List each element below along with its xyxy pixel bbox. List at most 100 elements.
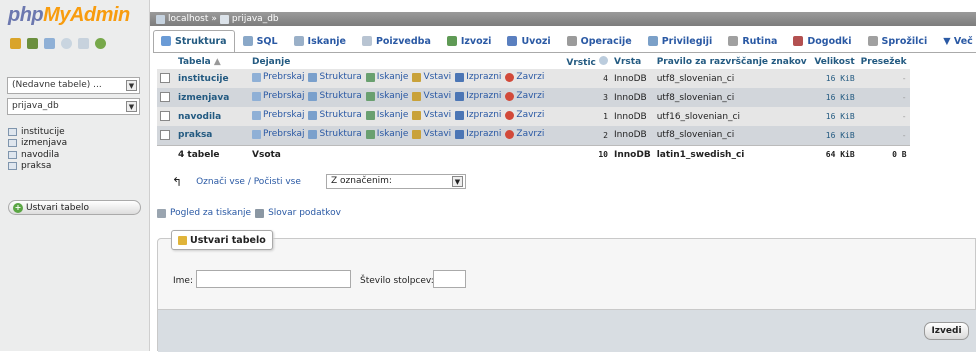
action-izprazni[interactable]: Izprazni	[455, 91, 501, 101]
action-prebrskaj[interactable]: Prebrskaj	[252, 91, 304, 101]
action-vstavi[interactable]: Vstavi	[412, 91, 451, 101]
structure-icon	[161, 36, 171, 46]
database-select[interactable]: prijava_db ▼	[7, 98, 140, 115]
recent-tables-select[interactable]: (Nedavne tabele) ... ▼	[7, 77, 140, 94]
action-prebrskaj[interactable]: Prebrskaj	[252, 110, 304, 120]
print-view-link[interactable]: Pogled za tiskanje	[170, 208, 251, 218]
sidebar-item-navodila[interactable]: navodila	[8, 149, 67, 161]
help-icon[interactable]	[61, 38, 72, 49]
table-icon	[8, 127, 17, 136]
navigation-panel: phpMyAdmin (Nedavne tabele) ... ▼ prijava…	[0, 0, 150, 351]
bulk-actions: ↰ Označi vse / Počisti vse	[172, 175, 301, 189]
header-type[interactable]: Vrsta	[611, 54, 654, 69]
action-izprazni[interactable]: Izprazni	[455, 129, 501, 139]
sql-query-icon[interactable]	[27, 38, 38, 49]
row-size[interactable]: 16 KiB	[809, 88, 858, 107]
grid-header: Tabela ▲ Dejanje Vrstic Vrsta Pravilo za ra…	[157, 54, 910, 69]
action-zavrzi[interactable]: Zavrzi	[505, 129, 544, 139]
action-prebrskaj[interactable]: Prebrskaj	[252, 129, 304, 139]
table-name-link[interactable]: institucije	[175, 69, 249, 88]
tab-poizvedba[interactable]: Poizvedba	[354, 30, 439, 52]
sidebar-item-institucije[interactable]: institucije	[8, 126, 67, 138]
action-izprazni[interactable]: Izprazni	[455, 72, 501, 82]
structure-icon	[308, 129, 318, 139]
row-checkbox[interactable]	[160, 92, 170, 103]
row-size[interactable]: 16 KiB	[809, 69, 858, 88]
data-dictionary-link[interactable]: Slovar podatkov	[268, 208, 341, 218]
breadcrumb-server[interactable]: localhost	[168, 14, 208, 24]
structure-icon	[308, 91, 318, 101]
settings-icon[interactable]	[78, 38, 89, 49]
sidebar-new-table-button[interactable]: + Ustvari tabelo	[8, 200, 141, 215]
check-all-link[interactable]: Označi vse / Počisti vse	[196, 177, 301, 187]
header-collation[interactable]: Pravilo za razvrščanje znakov	[653, 54, 810, 69]
tab-izvozi[interactable]: Izvozi	[439, 30, 500, 52]
row-size[interactable]: 16 KiB	[809, 107, 858, 126]
action-iskanje[interactable]: Iskanje	[365, 110, 408, 120]
action-struktura[interactable]: Struktura	[308, 91, 362, 101]
action-vstavi[interactable]: Vstavi	[412, 72, 451, 82]
action-izprazni[interactable]: Izprazni	[455, 110, 501, 120]
breadcrumb-database[interactable]: prijava_db	[232, 14, 279, 24]
header-overhead[interactable]: Presežek	[857, 54, 910, 69]
row-checkbox[interactable]	[160, 111, 170, 122]
search-icon	[365, 72, 375, 82]
action-vstavi[interactable]: Vstavi	[412, 110, 451, 120]
dictionary-icon	[255, 208, 265, 218]
row-size[interactable]: 16 KiB	[809, 126, 858, 145]
action-zavrzi[interactable]: Zavrzi	[505, 91, 544, 101]
tab-dogodki[interactable]: Dogodki	[785, 30, 859, 52]
go-button[interactable]: Izvedi	[924, 322, 969, 340]
row-actions: Prebrskaj Struktura Iskanje Vstavi Izprazni Z…	[249, 69, 557, 88]
header-rows[interactable]: Vrstic	[557, 54, 611, 69]
action-zavrzi[interactable]: Zavrzi	[505, 110, 544, 120]
tab-sql[interactable]: SQL	[235, 30, 286, 52]
with-selected-select[interactable]: Z označenim: ▼	[326, 174, 466, 189]
row-checkbox[interactable]	[160, 130, 170, 140]
reload-icon[interactable]	[95, 38, 106, 49]
row-actions: Prebrskaj Struktura Iskanje Vstavi Izprazni Z…	[249, 126, 557, 145]
sort-asc-icon: ▲	[213, 56, 221, 67]
tab-uvozi[interactable]: Uvozi	[499, 30, 558, 52]
table-name-link[interactable]: navodila	[175, 107, 249, 126]
search-icon	[365, 129, 375, 139]
action-vstavi[interactable]: Vstavi	[412, 129, 451, 139]
tab-struktura[interactable]: Struktura	[153, 30, 235, 52]
table-name-link[interactable]: izmenjava	[175, 88, 249, 107]
table-name-input[interactable]	[196, 270, 351, 288]
action-struktura[interactable]: Struktura	[308, 72, 362, 82]
query-icon	[361, 36, 372, 46]
action-iskanje[interactable]: Iskanje	[365, 72, 408, 82]
tab-operacije[interactable]: Operacije	[559, 30, 640, 52]
table-name-link[interactable]: praksa	[175, 126, 249, 145]
action-iskanje[interactable]: Iskanje	[365, 129, 408, 139]
insert-icon	[412, 129, 422, 139]
home-icon[interactable]	[10, 38, 21, 49]
tab-rutina[interactable]: Rutina	[720, 30, 785, 52]
action-struktura[interactable]: Struktura	[308, 110, 362, 120]
header-size[interactable]: Velikost	[809, 54, 858, 69]
phpmyadmin-logo[interactable]: phpMyAdmin	[8, 4, 130, 27]
row-actions: Prebrskaj Struktura Iskanje Vstavi Izprazni Z…	[249, 88, 557, 107]
row-checkbox[interactable]	[160, 73, 170, 84]
wrench-icon	[566, 36, 577, 46]
action-prebrskaj[interactable]: Prebrskaj	[252, 72, 304, 82]
tab-sprožilci[interactable]: Sprožilci	[860, 30, 936, 52]
column-count-input[interactable]	[433, 270, 466, 288]
browse-icon	[252, 110, 261, 120]
row-count: 2	[557, 126, 611, 145]
action-zavrzi[interactable]: Zavrzi	[505, 72, 544, 82]
row-type: InnoDB	[611, 107, 654, 126]
sidebar-item-praksa[interactable]: praksa	[8, 161, 67, 173]
sidebar-item-izmenjava[interactable]: izmenjava	[8, 138, 67, 150]
tab-iskanje[interactable]: Iskanje	[286, 30, 354, 52]
browse-icon	[252, 129, 261, 139]
tab-več[interactable]: ▼ Več	[935, 30, 976, 52]
table-icon	[8, 139, 17, 148]
sidebar-table-list: institucije izmenjava navodila praksa	[8, 126, 67, 172]
header-table[interactable]: Tabela ▲	[175, 54, 249, 69]
action-iskanje[interactable]: Iskanje	[365, 91, 408, 101]
tab-privilegiji[interactable]: Privilegiji	[640, 30, 721, 52]
docs-icon[interactable]	[44, 38, 55, 49]
action-struktura[interactable]: Struktura	[308, 129, 362, 139]
